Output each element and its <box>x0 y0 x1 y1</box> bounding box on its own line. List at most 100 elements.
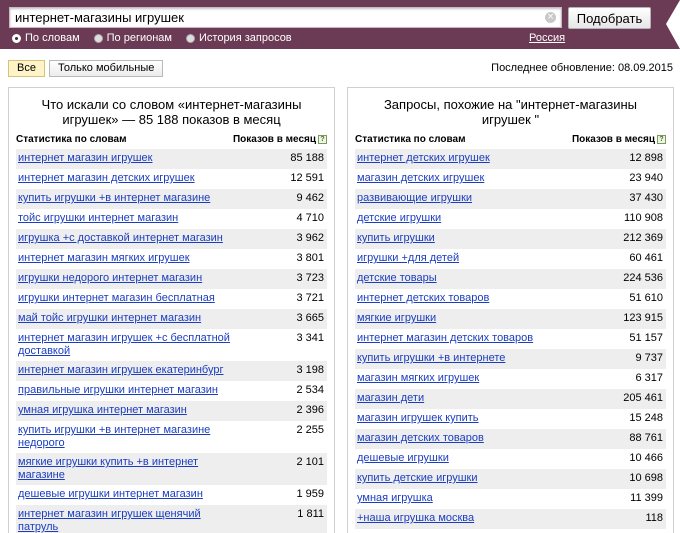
table-row: купить игрушки 212 369 <box>355 229 666 249</box>
query-link[interactable]: май тойс игрушки интернет магазин <box>18 312 201 325</box>
column-header-count-wrap: Показов в месяц ? <box>233 134 327 145</box>
search-input[interactable] <box>10 8 540 27</box>
header-notch <box>666 0 680 49</box>
impressions-count: 10 698 <box>629 472 663 484</box>
impressions-count: 15 248 <box>629 412 663 424</box>
query-link[interactable]: купить игрушки +в интернет магазине недо… <box>18 424 233 450</box>
clear-icon[interactable]: × <box>545 12 556 23</box>
query-link[interactable]: дешевые игрушки <box>357 452 449 465</box>
table-header: Статистика по словам Показов в месяц ? <box>355 133 666 146</box>
impressions-count: 1 959 <box>296 488 324 500</box>
query-link[interactable]: магазин игрушек купить <box>357 412 479 425</box>
impressions-count: 3 721 <box>296 292 324 304</box>
query-link[interactable]: тойс игрушки интернет магазин <box>18 212 178 225</box>
impressions-count: 2 534 <box>296 384 324 396</box>
query-link[interactable]: интернет магазин детских товаров <box>357 332 533 345</box>
impressions-count: 3 198 <box>296 364 324 376</box>
query-link[interactable]: мягкие игрушки <box>357 312 436 325</box>
impressions-count: 224 536 <box>623 272 663 284</box>
table-row: магазин мягких игрушек 6 317 <box>355 369 666 389</box>
impressions-count: 3 801 <box>296 252 324 264</box>
impressions-count: 3 723 <box>296 272 324 284</box>
query-link[interactable]: детские игрушки <box>357 212 441 225</box>
impressions-count: 51 610 <box>629 292 663 304</box>
table-row: интернет магазин игрушек +с бесплатной д… <box>16 329 327 361</box>
table-row: развивающие игрушки 37 430 <box>355 189 666 209</box>
table-row: детские товары 224 536 <box>355 269 666 289</box>
table-row: мягкие игрушки купить +в интернет магази… <box>16 453 327 485</box>
query-link[interactable]: интернет магазин игрушек +с бесплатной д… <box>18 332 233 358</box>
help-icon[interactable]: ? <box>318 135 327 144</box>
table-row: игрушка +с доставкой интернет магазин 3 9… <box>16 229 327 249</box>
table-row: интернет магазин игрушек екатеринбург 3 1… <box>16 361 327 381</box>
query-link[interactable]: игрушки +для детей <box>357 252 459 265</box>
table-row: интернет магазин детских товаров 51 157 <box>355 329 666 349</box>
query-link[interactable]: купить детские игрушки <box>357 472 478 485</box>
impressions-count: 4 710 <box>296 212 324 224</box>
table-row: интернет детских товаров 51 610 <box>355 289 666 309</box>
mode-query-history[interactable]: История запросов <box>186 32 292 44</box>
query-link[interactable]: детские товары <box>357 272 437 285</box>
table-row: интернет детских игрушек 12 898 <box>355 149 666 169</box>
query-link[interactable]: игрушка +с доставкой интернет магазин <box>18 232 223 245</box>
impressions-count: 123 915 <box>623 312 663 324</box>
mode-label: История запросов <box>199 32 292 44</box>
impressions-count: 9 462 <box>296 192 324 204</box>
table-row: купить игрушки +в интернете 9 737 <box>355 349 666 369</box>
table-row: интернет магазин игрушек щенячий патруль… <box>16 505 327 533</box>
query-link[interactable]: умная игрушка интернет магазин <box>18 404 187 417</box>
table-row: магазин детских товаров 88 761 <box>355 429 666 449</box>
mode-label: По словам <box>25 32 80 44</box>
query-link[interactable]: магазин дети <box>357 392 424 405</box>
impressions-count: 2 255 <box>296 424 324 436</box>
query-link[interactable]: умная игрушка <box>357 492 433 505</box>
query-link[interactable]: игрушки интернет магазин бесплатная <box>18 292 215 305</box>
table-row: дешевые игрушки 10 466 <box>355 449 666 469</box>
query-link[interactable]: мягкие игрушки купить +в интернет магази… <box>18 456 233 482</box>
filter-mobile-button[interactable]: Только мобильные <box>48 60 164 77</box>
radio-icon[interactable] <box>186 33 195 43</box>
query-link[interactable]: интернет магазин игрушек екатеринбург <box>18 364 224 377</box>
impressions-count: 12 898 <box>629 152 663 164</box>
impressions-count: 118 <box>645 512 663 524</box>
mode-by-regions[interactable]: По регионам <box>93 32 172 44</box>
impressions-count: 110 908 <box>624 212 663 224</box>
query-link[interactable]: +наша игрушка москва <box>357 512 474 525</box>
radio-icon[interactable] <box>93 33 103 43</box>
filter-all-button[interactable]: Все <box>8 60 45 77</box>
query-link[interactable]: правильные игрушки интернет магазин <box>18 384 218 397</box>
query-link[interactable]: магазин детских товаров <box>357 432 484 445</box>
query-link[interactable]: дешевые игрушки интернет магазин <box>18 488 203 501</box>
table-row: игрушки недорого интернет магазин 3 723 <box>16 269 327 289</box>
query-link[interactable]: интернет детских товаров <box>357 292 489 305</box>
column-header-phrase: Статистика по словам <box>16 134 127 145</box>
mode-by-words[interactable]: По словам <box>12 32 80 44</box>
table-row: май тойс игрушки интернет магазин 3 665 <box>16 309 327 329</box>
query-link[interactable]: интернет магазин игрушек щенячий патруль <box>18 508 233 533</box>
query-link[interactable]: игрушки недорого интернет магазин <box>18 272 202 285</box>
table-row: детские игрушки 110 908 <box>355 209 666 229</box>
query-link[interactable]: магазин детских игрушек <box>357 172 484 185</box>
query-link[interactable]: магазин мягких игрушек <box>357 372 479 385</box>
device-filter: Все Только мобильные <box>8 60 164 77</box>
table-row: тойс игрушки интернет магазин 4 710 <box>16 209 327 229</box>
query-link[interactable]: интернет магазин мягких игрушек <box>18 252 190 265</box>
query-link[interactable]: купить игрушки <box>357 232 435 245</box>
panel-title: Запросы, похожие на "интернет-магазины и… <box>383 97 638 127</box>
query-link[interactable]: развивающие игрушки <box>357 192 472 205</box>
table-row: интернет магазин мягких игрушек 3 801 <box>16 249 327 269</box>
query-link[interactable]: купить игрушки +в интернете <box>357 352 505 365</box>
radio-icon-selected[interactable] <box>12 33 21 43</box>
search-box[interactable]: × <box>9 7 562 28</box>
impressions-count: 11 399 <box>630 492 663 504</box>
submit-button[interactable]: Подобрать <box>568 7 651 29</box>
query-link[interactable]: купить игрушки +в интернет магазине <box>18 192 210 205</box>
query-link[interactable]: интернет магазин игрушек <box>18 152 152 165</box>
query-link[interactable]: интернет детских игрушек <box>357 152 490 165</box>
impressions-count: 3 962 <box>296 232 324 244</box>
table-row: +наша игрушка москва 118 <box>355 509 666 529</box>
query-link[interactable]: интернет магазин детских игрушек <box>18 172 195 185</box>
table-row: магазин игрушек купить 15 248 <box>355 409 666 429</box>
region-link[interactable]: Россия <box>529 32 565 44</box>
help-icon[interactable]: ? <box>657 135 666 144</box>
